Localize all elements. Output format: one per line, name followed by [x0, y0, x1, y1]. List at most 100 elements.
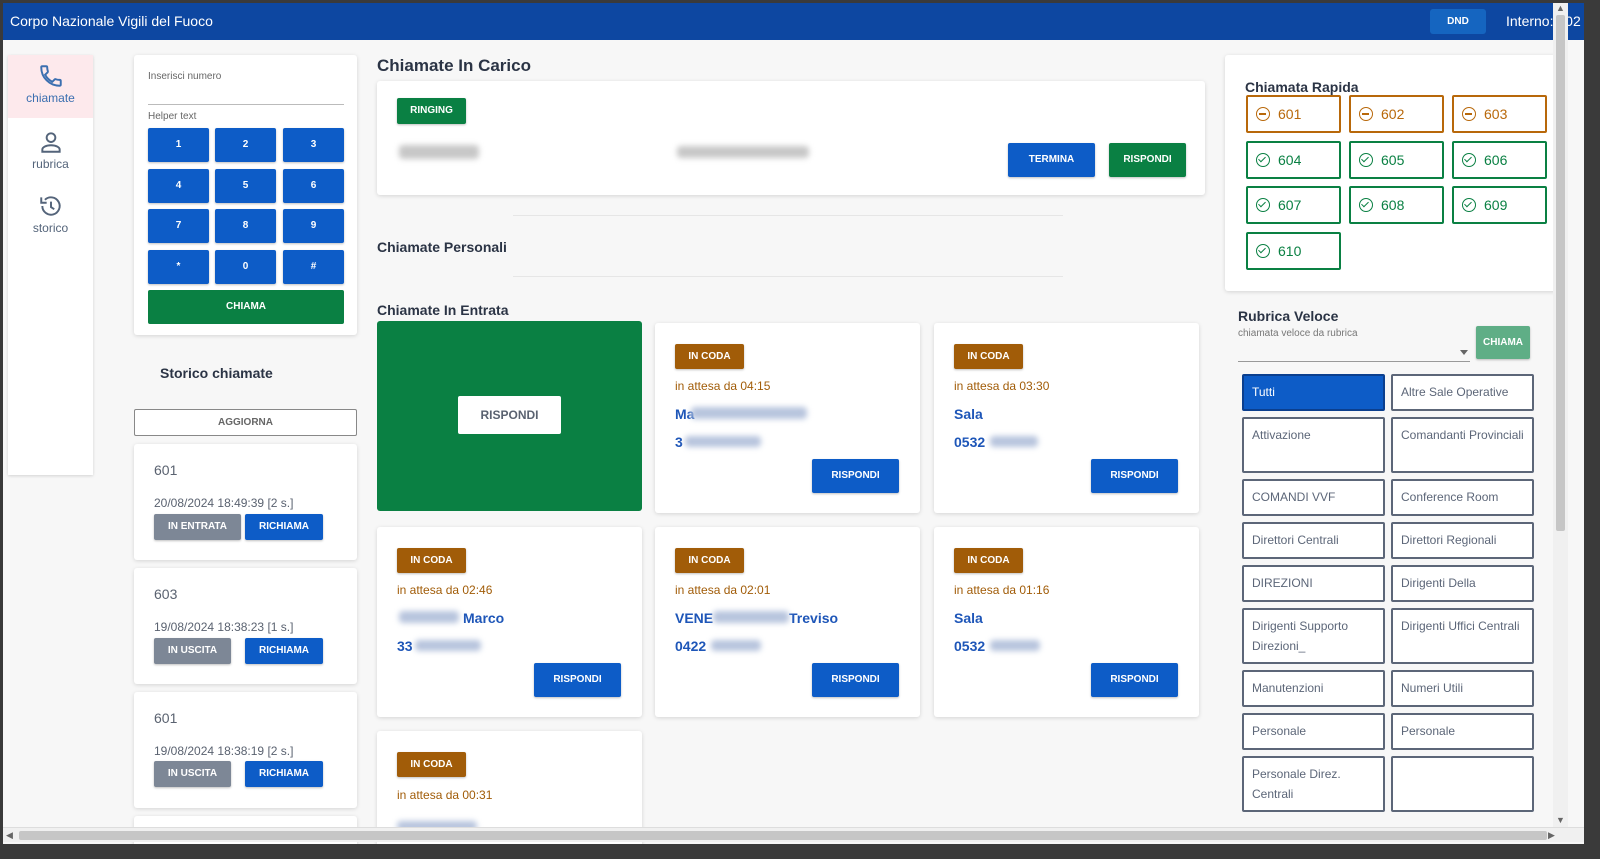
number-input-label[interactable]: Inserisci numero	[148, 71, 221, 82]
rubrica-group[interactable]	[1391, 756, 1534, 812]
app-title: Corpo Nazionale Vigili del Fuoco	[10, 13, 213, 29]
number-input-line[interactable]	[148, 104, 344, 105]
rubrica-group[interactable]: Dirigenti Della	[1391, 565, 1534, 602]
scroll-up-icon[interactable]: ▲	[1556, 3, 1565, 13]
rubrica-group[interactable]: Personale Direz. Centrali	[1242, 756, 1385, 812]
available-icon	[1256, 152, 1270, 167]
refresh-button[interactable]: AGGIORNA	[134, 409, 357, 436]
key-9[interactable]: 9	[283, 209, 344, 243]
rubrica-group[interactable]: Comandanti Provinciali	[1391, 417, 1534, 473]
answer-button[interactable]: RISPONDI	[812, 663, 899, 697]
queue-badge: IN CODA	[397, 548, 466, 573]
rubrica-group[interactable]: COMANDI VVF	[1242, 479, 1385, 516]
speed-dial-603[interactable]: 603	[1452, 95, 1547, 133]
answer-button[interactable]: RISPONDI	[812, 459, 899, 493]
caller-phone: 0422	[675, 638, 707, 654]
nav-item-rubrica[interactable]: rubrica	[8, 121, 93, 184]
extension-label: Interno: 602	[1506, 13, 1581, 29]
answer-button[interactable]: RISPONDI	[1091, 663, 1178, 697]
caller-phone: 0532	[954, 434, 986, 450]
history-number: 603	[154, 586, 178, 602]
history-icon	[39, 196, 61, 216]
busy-icon	[1462, 107, 1476, 121]
key-1[interactable]: 1	[148, 128, 209, 162]
scroll-left-icon[interactable]: ◀	[6, 830, 13, 841]
available-icon	[1256, 198, 1270, 212]
vertical-scrollbar[interactable]: ▲ ▼	[1553, 3, 1568, 827]
scroll-right-icon[interactable]: ▶	[1548, 830, 1555, 841]
queue-badge: IN CODA	[954, 344, 1023, 369]
vertical-scroll-thumb[interactable]	[1556, 15, 1565, 531]
speed-dial-610[interactable]: 610	[1246, 231, 1341, 270]
rubrica-group[interactable]: Direttori Centrali	[1242, 522, 1385, 559]
answer-button[interactable]: RISPONDI	[1091, 459, 1178, 493]
redacted-name	[399, 611, 459, 623]
history-date: 19/08/2024 18:38:23 [1 s.]	[154, 620, 294, 634]
direction-badge: IN USCITA	[154, 638, 231, 664]
nav-label-storico: storico	[32, 221, 69, 235]
key-4[interactable]: 4	[148, 169, 209, 203]
speed-dial-607[interactable]: 607	[1246, 186, 1341, 224]
ringing-badge: RINGING	[397, 98, 466, 124]
rubrica-group[interactable]: Dirigenti Uffici Centrali	[1391, 608, 1534, 664]
nav-item-storico[interactable]: storico	[8, 185, 93, 248]
incoming-answer-button[interactable]: RISPONDI	[458, 396, 561, 434]
nav-label-chiamate: chiamate	[26, 91, 75, 105]
rubrica-group[interactable]: DIREZIONI	[1242, 565, 1385, 602]
speed-dial-608[interactable]: 608	[1349, 186, 1444, 224]
rubrica-group[interactable]: Manutenzioni	[1242, 670, 1385, 707]
answer-active-button[interactable]: RISPONDI	[1109, 143, 1186, 177]
redacted-name	[691, 407, 807, 419]
history-number: 601	[154, 710, 178, 726]
history-title: Storico chiamate	[160, 365, 273, 381]
speed-dial-602[interactable]: 602	[1349, 95, 1444, 133]
incoming-answer-panel[interactable]: RISPONDI	[377, 321, 642, 511]
recall-button[interactable]: RICHIAMA	[245, 514, 323, 540]
rubrica-group[interactable]: Personale	[1391, 713, 1534, 750]
redacted-caller	[399, 145, 479, 159]
rubrica-select[interactable]	[1238, 361, 1470, 362]
key-5[interactable]: 5	[215, 169, 276, 203]
key-7[interactable]: 7	[148, 209, 209, 243]
rubrica-group[interactable]: Tutti	[1242, 374, 1385, 411]
rubrica-group[interactable]: Direttori Regionali	[1391, 522, 1534, 559]
queue-call-card: IN CODA in attesa da 04:15 Ma 3 RISPONDI	[655, 323, 920, 513]
end-call-button[interactable]: TERMINA	[1008, 143, 1095, 177]
dial-call-button[interactable]: CHIAMA	[148, 290, 344, 324]
rubrica-group[interactable]: Altre Sale Operative	[1391, 374, 1534, 411]
speed-dial-label: 606	[1484, 151, 1508, 168]
speed-dial-605[interactable]: 605	[1349, 140, 1444, 179]
app-bar: Corpo Nazionale Vigili del Fuoco DND Int…	[3, 3, 1584, 40]
speed-dial-604[interactable]: 604	[1246, 140, 1341, 179]
recall-button[interactable]: RICHIAMA	[245, 761, 323, 787]
rubrica-group[interactable]: Attivazione	[1242, 417, 1385, 473]
recall-button[interactable]: RICHIAMA	[245, 638, 323, 664]
answer-button[interactable]: RISPONDI	[534, 663, 621, 697]
speed-dial-609[interactable]: 609	[1452, 186, 1547, 224]
available-icon	[1359, 152, 1373, 167]
key-8[interactable]: 8	[215, 209, 276, 243]
rubrica-group[interactable]: Numeri Utili	[1391, 670, 1534, 707]
key-hash[interactable]: #	[283, 250, 344, 284]
rubrica-call-button[interactable]: CHIAMA	[1476, 326, 1530, 359]
horizontal-scroll-thumb[interactable]	[19, 831, 1547, 840]
rubrica-group[interactable]: Dirigenti Supporto Direzioni_	[1242, 608, 1385, 664]
horizontal-scrollbar[interactable]: ◀ ▶	[3, 827, 1584, 842]
rubrica-select-label: chiamata veloce da rubrica	[1238, 328, 1358, 339]
key-2[interactable]: 2	[215, 128, 276, 162]
key-0[interactable]: 0	[215, 250, 276, 284]
key-6[interactable]: 6	[283, 169, 344, 203]
rubrica-group[interactable]: Personale	[1242, 713, 1385, 750]
speed-dial-606[interactable]: 606	[1452, 140, 1547, 179]
helper-text: Helper text	[148, 111, 197, 122]
speed-dial-601[interactable]: 601	[1246, 95, 1341, 133]
nav-item-chiamate[interactable]: chiamate	[8, 55, 93, 118]
divider	[513, 215, 1063, 216]
scroll-down-icon[interactable]: ▼	[1556, 815, 1565, 825]
key-3[interactable]: 3	[283, 128, 344, 162]
dropdown-arrow-icon[interactable]	[1460, 350, 1468, 355]
rubrica-title: Rubrica Veloce	[1238, 308, 1339, 324]
dnd-button[interactable]: DND	[1430, 9, 1486, 34]
key-star[interactable]: *	[148, 250, 209, 284]
rubrica-group[interactable]: Conference Room	[1391, 479, 1534, 516]
